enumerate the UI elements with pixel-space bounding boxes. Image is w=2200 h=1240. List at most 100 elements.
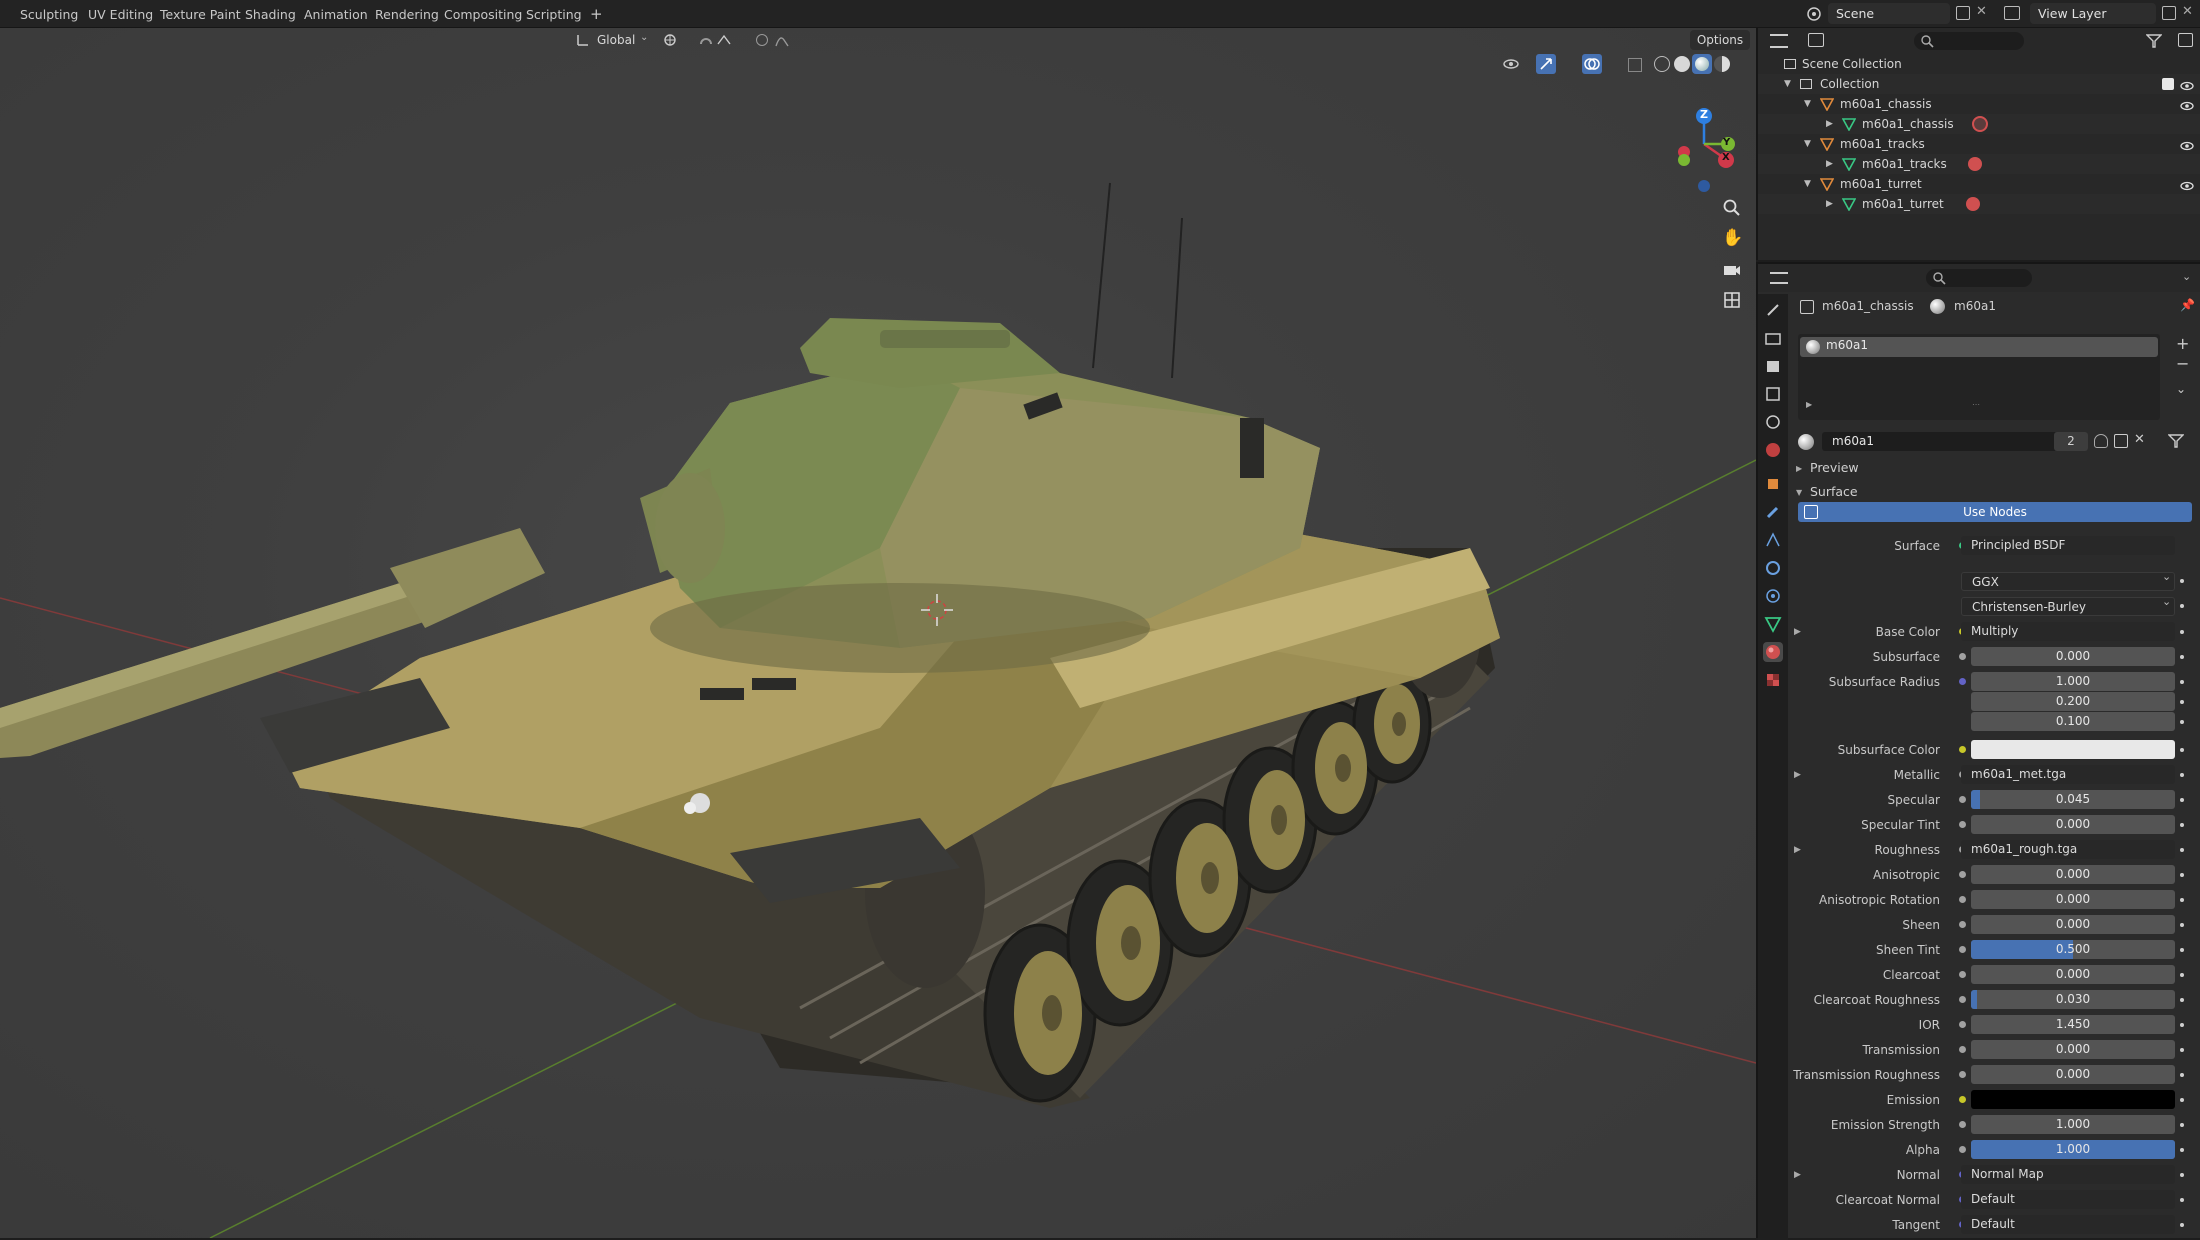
- particles-tab-icon[interactable]: [1763, 530, 1783, 550]
- animate-dot[interactable]: [2180, 655, 2184, 659]
- preview-panel-header[interactable]: Preview: [1810, 460, 1859, 475]
- subsurface-radius-y-field[interactable]: 0.200: [1971, 692, 2175, 711]
- surface-panel-header[interactable]: Surface: [1810, 484, 1858, 499]
- display-mode-icon[interactable]: [1808, 33, 1824, 47]
- roughness-texture-field[interactable]: m60a1_rough.tga: [1961, 840, 2175, 859]
- animate-dot[interactable]: [2180, 1073, 2184, 1077]
- outliner-search-input[interactable]: [1914, 32, 2024, 50]
- tab-texture-paint[interactable]: Texture Paint: [156, 5, 245, 24]
- chevron-right-icon[interactable]: ▶: [1794, 770, 1801, 780]
- chevron-right-icon[interactable]: ▶: [1794, 1170, 1801, 1180]
- outliner-row-object[interactable]: ▼ m60a1_turret: [1758, 174, 2200, 194]
- subsurface-radius-x-field[interactable]: 1.000: [1971, 672, 2175, 691]
- animate-dot[interactable]: [2180, 973, 2184, 977]
- animate-dot[interactable]: [2180, 798, 2184, 802]
- clearcoat-normal-field[interactable]: Default: [1961, 1190, 2175, 1209]
- animate-dot[interactable]: [2180, 1223, 2184, 1227]
- properties-search-input[interactable]: [1926, 269, 2032, 287]
- view-layer-icon[interactable]: [2004, 6, 2020, 20]
- editor-type-icon[interactable]: [1770, 272, 1788, 284]
- animate-dot[interactable]: [2180, 848, 2184, 852]
- animate-dot[interactable]: [2180, 773, 2184, 777]
- outliner-row-mesh[interactable]: ▶ m60a1_tracks: [1758, 154, 2200, 174]
- animate-dot[interactable]: [2180, 604, 2184, 608]
- animate-dot[interactable]: [2180, 630, 2184, 634]
- remove-slot-button[interactable]: −: [2176, 354, 2189, 373]
- material-icon[interactable]: [1972, 116, 1988, 132]
- subsurface-radius-z-field[interactable]: 0.100: [1971, 712, 2175, 731]
- outliner-row-object[interactable]: ▼ m60a1_chassis: [1758, 94, 2200, 114]
- chevron-down-icon[interactable]: ▼: [1804, 134, 1811, 154]
- browse-material-icon[interactable]: [1798, 434, 1814, 450]
- fake-user-icon[interactable]: [2094, 434, 2108, 448]
- chevron-down-icon[interactable]: ⌄: [2176, 382, 2186, 396]
- chevron-down-icon[interactable]: ▼: [1804, 94, 1811, 114]
- duplicate-icon[interactable]: [2114, 434, 2128, 448]
- sheen-field[interactable]: 0.000: [1971, 915, 2175, 934]
- outliner-row-object[interactable]: ▼ m60a1_tracks: [1758, 134, 2200, 154]
- animate-dot[interactable]: [2180, 1173, 2184, 1177]
- animate-dot[interactable]: [2180, 680, 2184, 684]
- material-icon[interactable]: [1966, 197, 1980, 211]
- specular-field[interactable]: 0.045: [1971, 790, 2175, 809]
- chevron-right-icon[interactable]: ▶: [1826, 114, 1833, 134]
- tangent-field[interactable]: Default: [1961, 1215, 2175, 1234]
- resize-handle[interactable]: ⋯: [1972, 400, 1980, 409]
- subsurface-method-dropdown[interactable]: Christensen-Burley: [1961, 597, 2175, 616]
- chevron-down-icon[interactable]: ▼: [1784, 74, 1791, 94]
- add-slot-button[interactable]: +: [2176, 334, 2189, 353]
- scene-name-field[interactable]: Scene: [1828, 3, 1950, 24]
- texture-tab-icon[interactable]: [1763, 670, 1783, 690]
- new-view-layer-icon[interactable]: [2162, 6, 2176, 20]
- animate-dot[interactable]: [2180, 898, 2184, 902]
- chevron-right-icon[interactable]: ▶: [1806, 400, 1812, 409]
- transmission-field[interactable]: 0.000: [1971, 1040, 2175, 1059]
- view-layer-tab-icon[interactable]: [1763, 384, 1783, 404]
- animate-dot[interactable]: [2180, 1048, 2184, 1052]
- new-collection-icon[interactable]: [2178, 33, 2193, 47]
- scene-tab-icon[interactable]: [1763, 412, 1783, 432]
- anisotropic-rotation-field[interactable]: 0.000: [1971, 890, 2175, 909]
- chevron-right-icon[interactable]: ▶: [1826, 194, 1833, 214]
- outliner-row-collection[interactable]: ▼ Collection: [1758, 74, 2200, 94]
- material-tab-icon[interactable]: [1763, 642, 1783, 662]
- animate-dot[interactable]: [2180, 823, 2184, 827]
- use-nodes-button[interactable]: Use Nodes: [1798, 502, 2192, 522]
- sheen-tint-field[interactable]: 0.500: [1971, 940, 2175, 959]
- 3d-viewport[interactable]: Global ⌄ Options Z Y X ✋: [0, 28, 1756, 1238]
- filter-icon[interactable]: [2167, 434, 2185, 452]
- animate-dot[interactable]: [2180, 1098, 2184, 1102]
- physics-tab-icon[interactable]: [1763, 558, 1783, 578]
- animate-dot[interactable]: [2180, 923, 2184, 927]
- surface-shader-field[interactable]: Principled BSDF: [1961, 536, 2175, 555]
- close-icon[interactable]: ✕: [2134, 432, 2145, 447]
- subsurface-color-swatch[interactable]: [1971, 740, 2175, 759]
- render-tab-icon[interactable]: [1763, 328, 1783, 348]
- chevron-right-icon[interactable]: ▶: [1794, 627, 1801, 637]
- chevron-down-icon[interactable]: ⌄: [2182, 270, 2191, 283]
- close-icon[interactable]: ✕: [1976, 4, 1987, 19]
- outliner-row-mesh[interactable]: ▶ m60a1_chassis: [1758, 114, 2200, 134]
- filter-icon[interactable]: [2145, 34, 2163, 52]
- tab-shading[interactable]: Shading: [241, 5, 300, 24]
- outliner-row-mesh[interactable]: ▶ m60a1_turret: [1758, 194, 2200, 214]
- pin-icon[interactable]: 📌: [2180, 298, 2195, 312]
- animate-dot[interactable]: [2180, 998, 2184, 1002]
- animate-dot[interactable]: [2180, 700, 2184, 704]
- subsurface-field[interactable]: 0.000: [1971, 647, 2175, 666]
- alpha-field[interactable]: 1.000: [1971, 1140, 2175, 1159]
- animate-dot[interactable]: [2180, 720, 2184, 724]
- chevron-right-icon[interactable]: ▶: [1796, 464, 1802, 473]
- emission-color-swatch[interactable]: [1971, 1090, 2175, 1109]
- normal-field[interactable]: Normal Map: [1961, 1165, 2175, 1184]
- material-name-field[interactable]: m60a1: [1822, 432, 2088, 451]
- material-slot-list[interactable]: m60a1 ▶ ⋯: [1798, 334, 2160, 420]
- material-icon[interactable]: [1968, 157, 1982, 171]
- animate-dot[interactable]: [2180, 948, 2184, 952]
- chevron-right-icon[interactable]: ▶: [1826, 154, 1833, 174]
- metallic-texture-field[interactable]: m60a1_met.tga: [1961, 765, 2175, 784]
- anisotropic-field[interactable]: 0.000: [1971, 865, 2175, 884]
- editor-type-icon[interactable]: [1770, 34, 1788, 48]
- tab-scripting[interactable]: Scripting: [522, 5, 586, 24]
- tab-sculpting[interactable]: Sculpting: [16, 5, 82, 24]
